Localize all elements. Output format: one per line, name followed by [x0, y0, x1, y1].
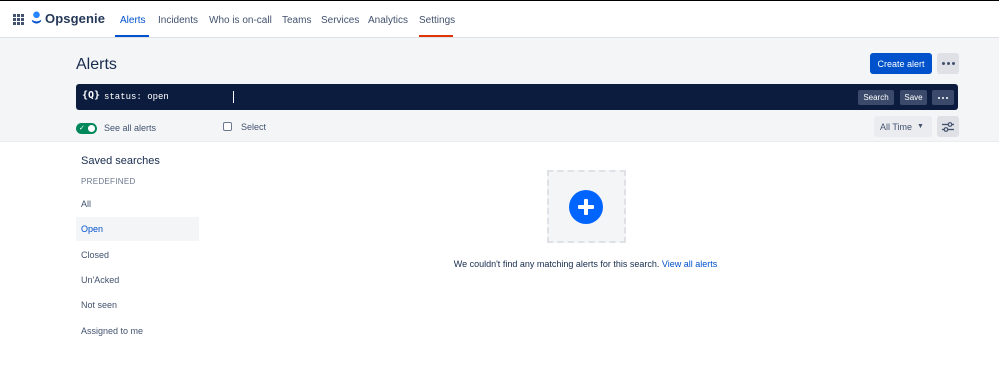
plus-circle-icon — [569, 190, 603, 224]
app-switcher-icon[interactable] — [13, 14, 24, 25]
nav-incidents[interactable]: Incidents — [158, 15, 198, 26]
more-icon — [941, 62, 955, 65]
nav-services[interactable]: Services — [321, 15, 359, 26]
predefined-section-label: PREDEFINED — [81, 177, 136, 186]
query-input[interactable]: status: open — [104, 92, 169, 102]
empty-state-message: We couldn't find any matching alerts for… — [0, 259, 999, 269]
nav-teams[interactable]: Teams — [282, 15, 311, 26]
nav-alerts[interactable]: Alerts — [120, 15, 146, 26]
opsgenie-logo-icon — [31, 11, 42, 24]
time-range-value: All Time — [880, 121, 913, 132]
check-icon: ✓ — [79, 125, 85, 132]
opsgenie-logo[interactable]: Opsgenie — [31, 11, 105, 26]
chevron-down-icon: ▼ — [917, 123, 924, 130]
query-more-button[interactable] — [932, 90, 954, 105]
more-actions-button[interactable] — [937, 53, 959, 74]
view-all-alerts-link[interactable]: View all alerts — [662, 259, 717, 269]
query-bar[interactable]: {Q} status: open ? Search Save — [76, 84, 958, 110]
search-button[interactable]: Search — [858, 90, 894, 105]
saved-search-not-seen[interactable]: Not seen — [76, 293, 199, 317]
create-alert-button[interactable]: Create alert — [870, 53, 932, 74]
save-search-button[interactable]: Save — [900, 90, 927, 105]
nav-who-is-on-call[interactable]: Who is on-call — [209, 15, 272, 26]
time-range-select[interactable]: All Time ▼ — [874, 116, 932, 137]
nav-settings[interactable]: Settings — [419, 15, 455, 26]
query-icon: {Q} — [82, 90, 101, 101]
see-all-alerts-label: See all alerts — [104, 123, 157, 133]
toggle-knob — [88, 125, 95, 132]
text-cursor — [233, 91, 234, 103]
see-all-alerts-toggle[interactable]: ✓ — [76, 123, 97, 134]
select-label: Select — [241, 122, 267, 132]
saved-search-unacked[interactable]: Un'Acked — [76, 268, 199, 292]
filter-settings-button[interactable] — [937, 116, 959, 137]
nav-alerts-active-indicator — [115, 35, 149, 37]
select-all-checkbox[interactable] — [223, 122, 232, 131]
saved-search-assigned-to-me[interactable]: Assigned to me — [76, 319, 199, 343]
more-icon — [938, 96, 948, 99]
app-name: Opsgenie — [45, 11, 106, 26]
saved-search-all[interactable]: All — [76, 192, 199, 216]
sliders-icon — [942, 121, 954, 132]
top-nav: Opsgenie Alerts Incidents Who is on-call… — [0, 1, 999, 38]
empty-state-text: We couldn't find any matching alerts for… — [453, 259, 660, 269]
saved-searches-title: Saved searches — [81, 155, 160, 167]
page-title: Alerts — [76, 56, 117, 73]
saved-search-open[interactable]: Open — [76, 217, 199, 241]
nav-analytics[interactable]: Analytics — [368, 15, 408, 26]
nav-settings-highlight — [419, 35, 453, 37]
